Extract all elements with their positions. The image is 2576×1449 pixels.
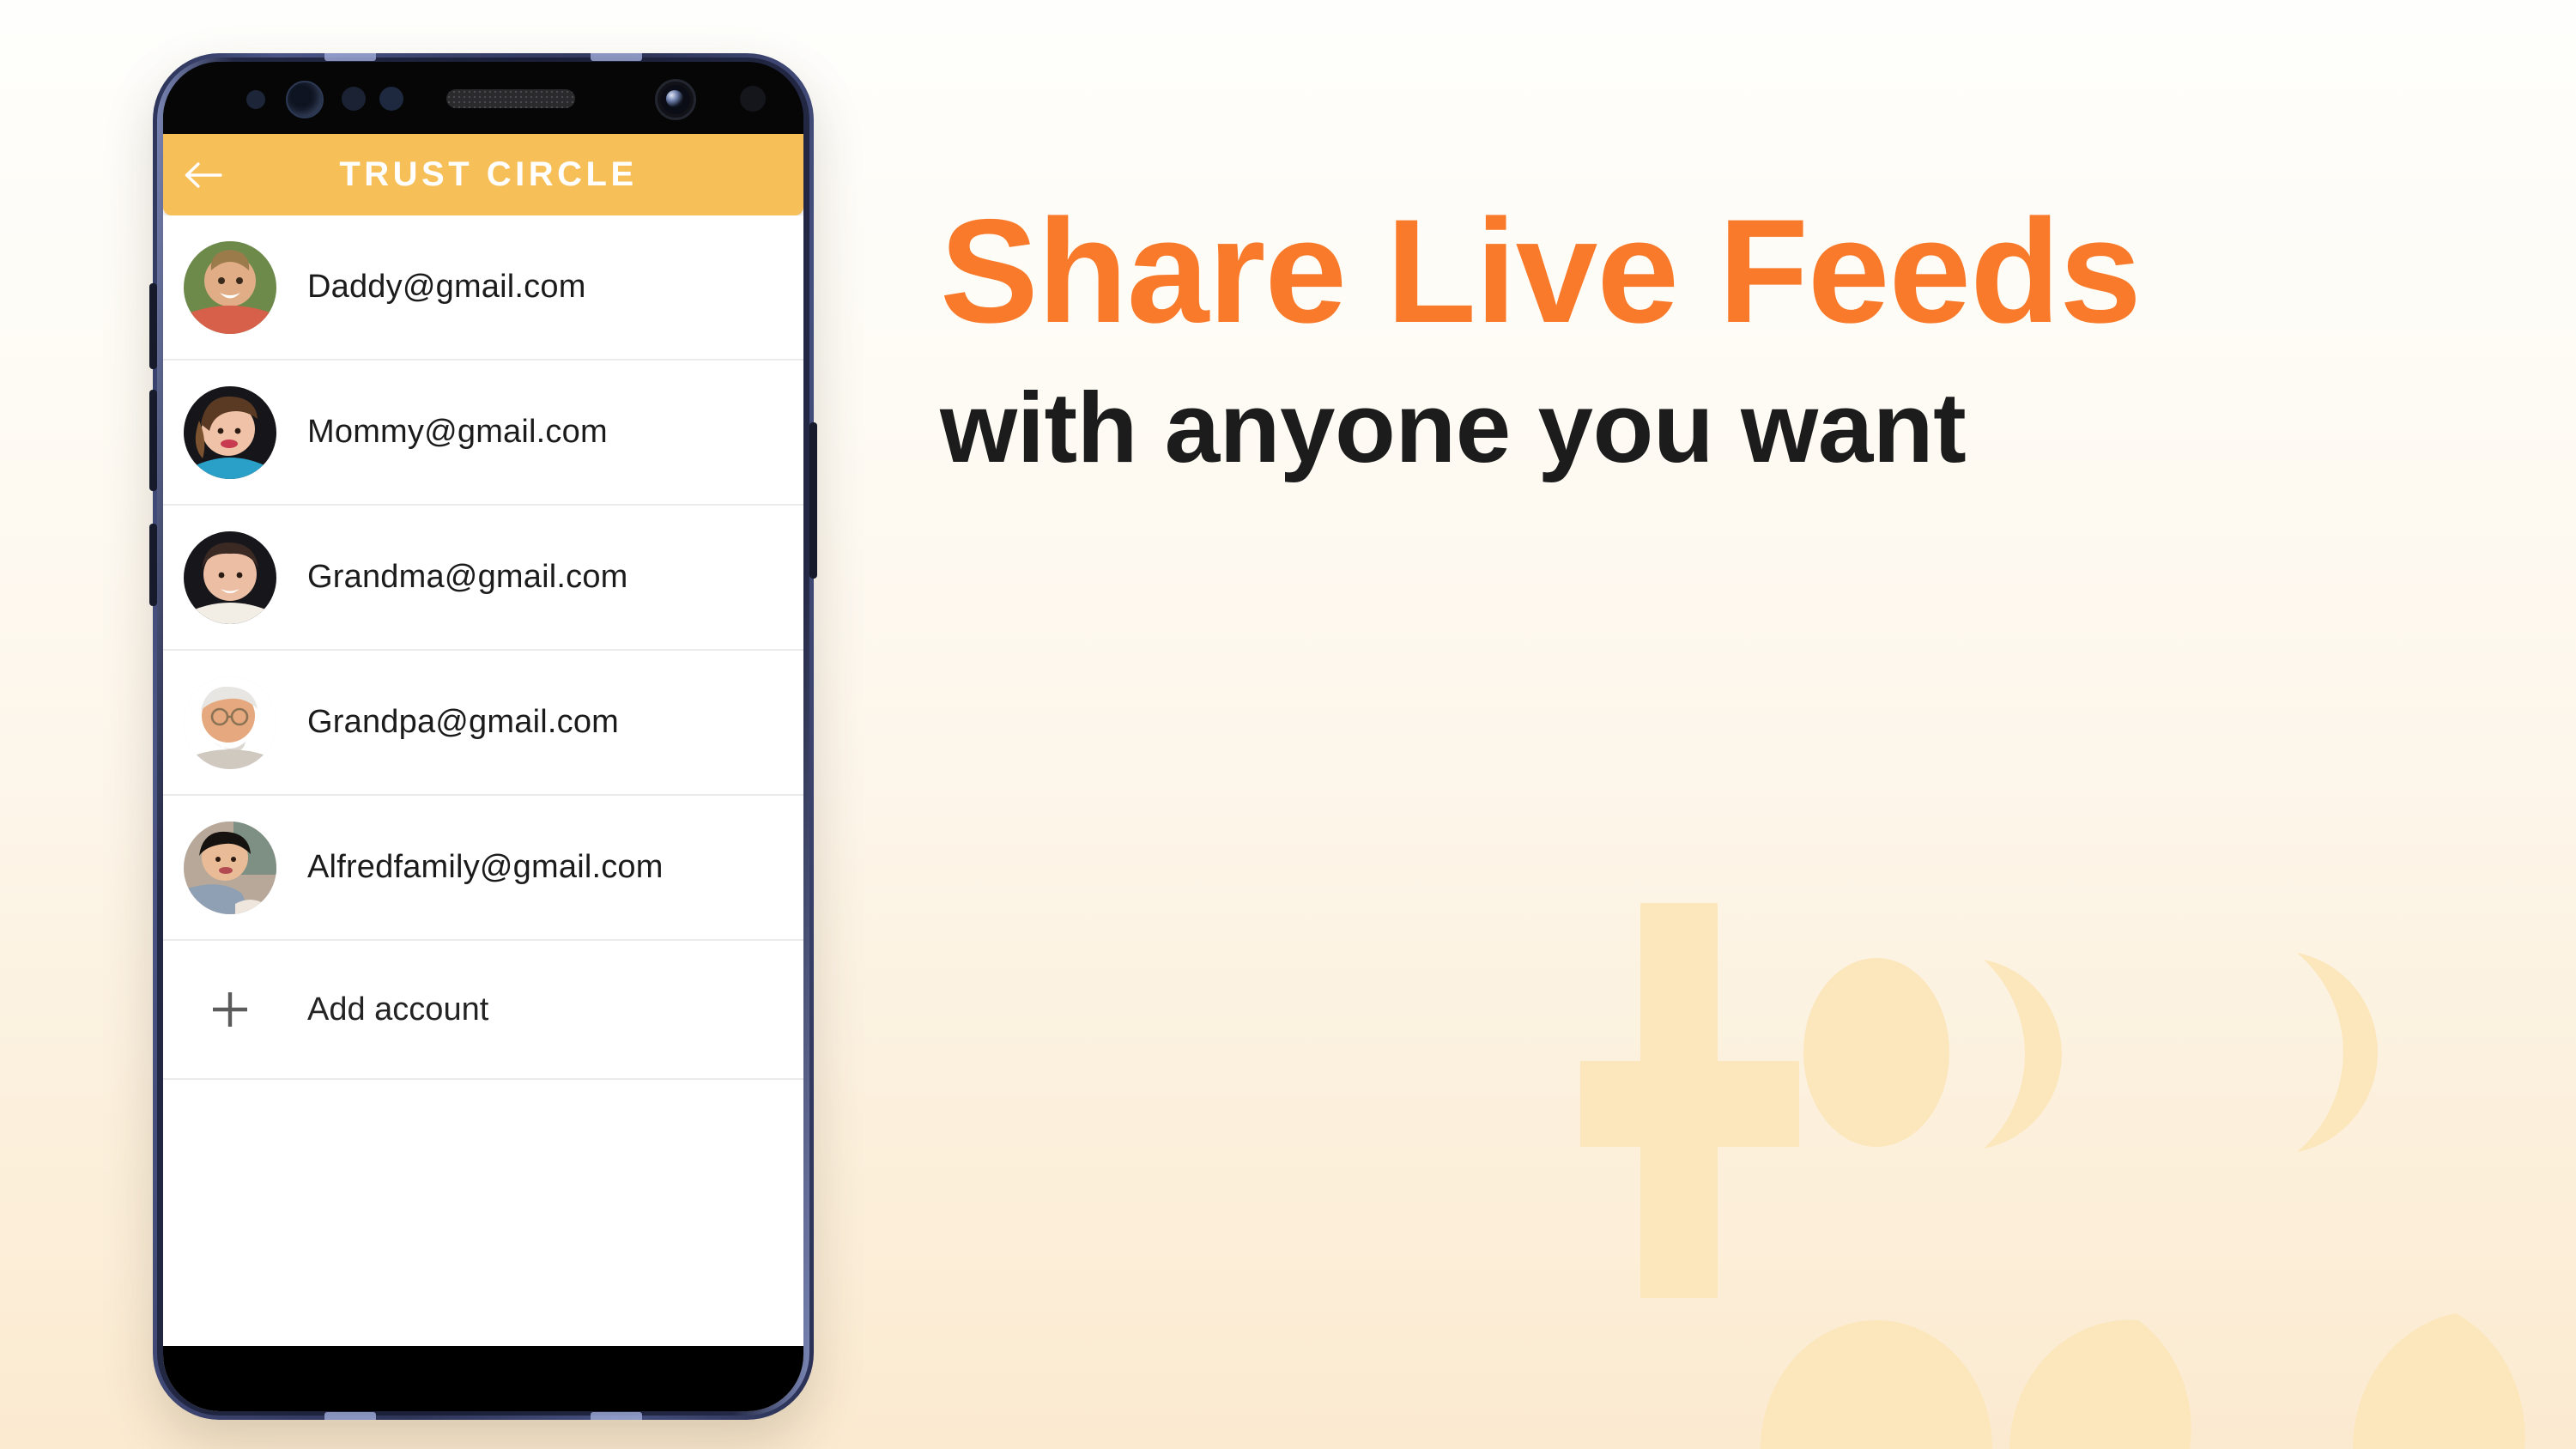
avatar [184, 530, 276, 624]
avatar [184, 385, 276, 479]
add-users-watermark-icon [1580, 903, 2525, 1449]
front-camera-icon [655, 79, 696, 120]
marketing-copy: Share Live Feeds with anyone you want [940, 197, 2451, 477]
volume-down-button[interactable] [149, 390, 157, 491]
light-sensor-icon [342, 87, 366, 111]
avatar [184, 821, 276, 914]
add-account-label: Add account [307, 991, 489, 1028]
subheading: with anyone you want [940, 372, 1967, 483]
app-bar: TRUST CIRCLE [163, 134, 803, 215]
phone-screen: TRUST CIRCLE Daddy@gmail.com Mommy@gmail… [163, 62, 803, 1411]
sensor-dot-icon [740, 86, 766, 112]
bixby-button[interactable] [149, 524, 157, 606]
avatar [184, 240, 276, 334]
volume-up-button[interactable] [149, 283, 157, 369]
antenna-line [591, 53, 642, 61]
account-list-item[interactable]: Mommy@gmail.com [163, 361, 803, 506]
avatar [184, 676, 276, 769]
antenna-line [324, 53, 376, 61]
account-email: Alfredfamily@gmail.com [307, 849, 664, 885]
navigation-chin [163, 1346, 803, 1411]
plus-icon [184, 988, 276, 1031]
app-content: TRUST CIRCLE Daddy@gmail.com Mommy@gmail… [163, 134, 803, 1411]
proximity-sensor-icon [246, 90, 265, 109]
account-list-item[interactable]: Alfredfamily@gmail.com [163, 796, 803, 941]
add-account-button[interactable]: Add account [163, 941, 803, 1080]
phone-mockup: TRUST CIRCLE Daddy@gmail.com Mommy@gmail… [149, 53, 817, 1420]
account-email: Grandpa@gmail.com [307, 704, 620, 740]
iris-scanner-icon [286, 81, 324, 118]
light-sensor-icon [379, 87, 403, 111]
account-list-item[interactable]: Grandma@gmail.com [163, 506, 803, 651]
headline: Share Live Feeds [940, 189, 2142, 354]
trust-circle-account-list: Daddy@gmail.com Mommy@gmail.com Grandma@… [163, 215, 803, 1346]
antenna-line [591, 1412, 642, 1420]
account-list-item[interactable]: Daddy@gmail.com [163, 215, 803, 361]
account-list-item[interactable]: Grandpa@gmail.com [163, 651, 803, 796]
account-email: Daddy@gmail.com [307, 269, 586, 305]
phone-sensor-bar [163, 62, 803, 134]
back-arrow-icon[interactable] [170, 160, 235, 191]
account-email: Grandma@gmail.com [307, 559, 628, 595]
page-title: TRUST CIRCLE [339, 155, 638, 193]
earpiece-speaker-icon [446, 89, 575, 108]
antenna-line [324, 1412, 376, 1420]
account-email: Mommy@gmail.com [307, 414, 608, 450]
power-button[interactable] [809, 422, 817, 579]
